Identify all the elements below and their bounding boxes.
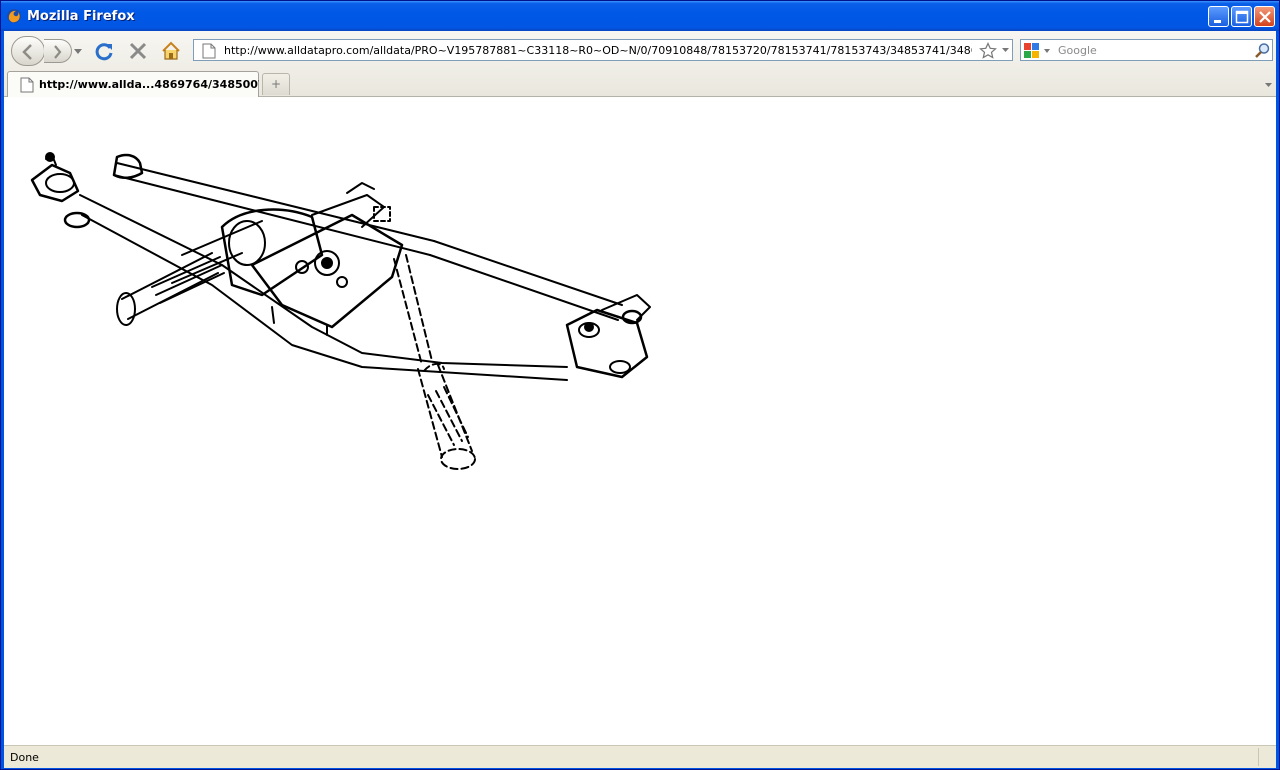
status-text: Done [10,751,39,764]
firefox-icon [7,9,21,23]
navigation-toolbar: http://www.alldatapro.com/alldata/PRO~V1… [4,31,1276,97]
close-button[interactable] [1254,6,1275,27]
maximize-icon [1235,10,1249,24]
stop-icon[interactable] [127,40,149,62]
search-input[interactable]: Google [1058,44,1097,57]
wiper-linkage-diagram [30,152,651,470]
home-icon[interactable] [160,40,182,62]
forward-button[interactable] [44,39,72,63]
tab-strip: http://www.allda...4869764/34850072 + [4,71,1276,97]
page-content [4,97,1276,745]
page-icon [20,77,34,93]
back-arrow-icon [22,44,32,60]
tab-list-dropdown-icon[interactable] [1261,73,1276,95]
back-button[interactable] [11,36,45,66]
title-bar[interactable]: Mozilla Firefox [1,1,1279,31]
new-tab-button[interactable]: + [262,73,290,95]
close-icon [1259,11,1271,23]
tab-active[interactable]: http://www.allda...4869764/34850072 [7,71,259,97]
tab-title: http://www.allda...4869764/34850072 [39,78,259,91]
status-bar: Done [4,745,1276,768]
reload-icon[interactable] [93,40,115,62]
google-icon[interactable] [1023,42,1053,59]
history-dropdown-icon[interactable] [74,49,82,55]
minimize-icon [1214,20,1221,23]
star-icon[interactable] [979,42,997,60]
window-title: Mozilla Firefox [27,9,135,24]
search-bar[interactable]: Google [1020,39,1273,61]
url-bar[interactable]: http://www.alldatapro.com/alldata/PRO~V1… [193,39,1013,61]
plus-icon: + [270,77,282,91]
browser-window: Mozilla Firefox http://www.alldatapro.co… [0,0,1280,770]
maximize-button[interactable] [1231,6,1252,27]
resize-grip[interactable] [1258,748,1274,766]
forward-arrow-icon [54,45,62,59]
url-text[interactable]: http://www.alldatapro.com/alldata/PRO~V1… [224,44,972,58]
url-dropdown-icon[interactable] [1002,48,1010,54]
minimize-button[interactable] [1208,6,1229,27]
magnifier-icon[interactable] [1254,42,1271,59]
page-icon [202,43,216,59]
